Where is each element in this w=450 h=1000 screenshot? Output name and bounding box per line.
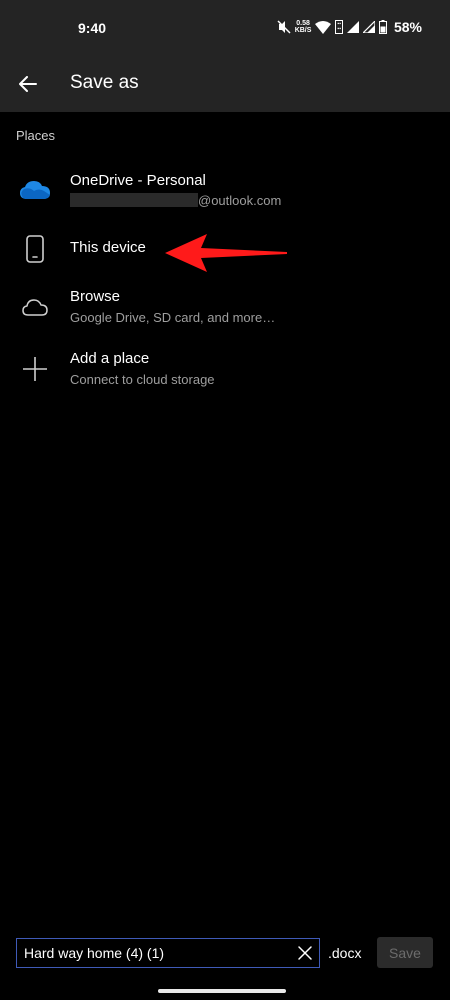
app-bar: Save as	[0, 56, 450, 112]
page-title: Save as	[70, 72, 139, 93]
places-section-label: Places	[16, 128, 56, 143]
back-button[interactable]	[12, 68, 44, 100]
file-name-bar: .docx Save	[0, 930, 450, 978]
filename-input[interactable]	[24, 939, 294, 967]
place-subtitle: Google Drive, SD card, and more…	[70, 310, 276, 325]
save-button[interactable]: Save	[377, 937, 433, 968]
net-speed-unit: KB/S	[294, 27, 312, 34]
place-title: OneDrive - Personal	[70, 172, 206, 189]
battery-percent: 58%	[393, 19, 422, 35]
mute-vibrate-icon	[277, 20, 291, 34]
arrow-left-icon	[19, 76, 37, 92]
filename-field[interactable]	[16, 938, 320, 968]
signal-icon-2	[362, 21, 375, 33]
status-time: 9:40	[78, 20, 107, 36]
status-icons: 0.58 KB/S ▪▪ ▪▪ 58%	[277, 17, 422, 37]
redacted-block	[70, 193, 198, 207]
place-browse[interactable]: Browse Google Drive, SD card, and more…	[0, 282, 450, 332]
place-title: Add a place	[70, 350, 150, 367]
signal-icon	[346, 21, 359, 33]
battery-icon	[378, 20, 387, 34]
annotation-arrow-icon	[165, 234, 287, 272]
clear-icon[interactable]	[297, 945, 313, 961]
lte-icon: ▪▪ ▪▪	[335, 20, 343, 34]
cloud-outline-icon	[18, 290, 52, 324]
place-add[interactable]: Add a place Connect to cloud storage	[0, 344, 450, 394]
status-bar: 9:40 0.58 KB/S ▪▪ ▪▪ 58%	[0, 0, 450, 56]
plus-icon	[18, 352, 52, 386]
place-title: Browse	[70, 288, 121, 305]
file-extension: .docx	[328, 945, 362, 961]
home-indicator[interactable]	[158, 989, 286, 993]
net-speed-value: 0.58	[296, 20, 310, 27]
place-subtitle: Connect to cloud storage	[70, 372, 215, 387]
account-email-domain: @outlook.com	[198, 193, 282, 208]
phone-icon	[18, 232, 52, 266]
onedrive-cloud-icon	[18, 173, 52, 207]
place-title: This device	[70, 239, 146, 256]
account-email: @outlook.com	[70, 193, 281, 208]
net-speed: 0.58 KB/S	[295, 20, 312, 34]
place-onedrive[interactable]: OneDrive - Personal @outlook.com	[0, 162, 450, 218]
wifi-icon	[315, 20, 332, 34]
